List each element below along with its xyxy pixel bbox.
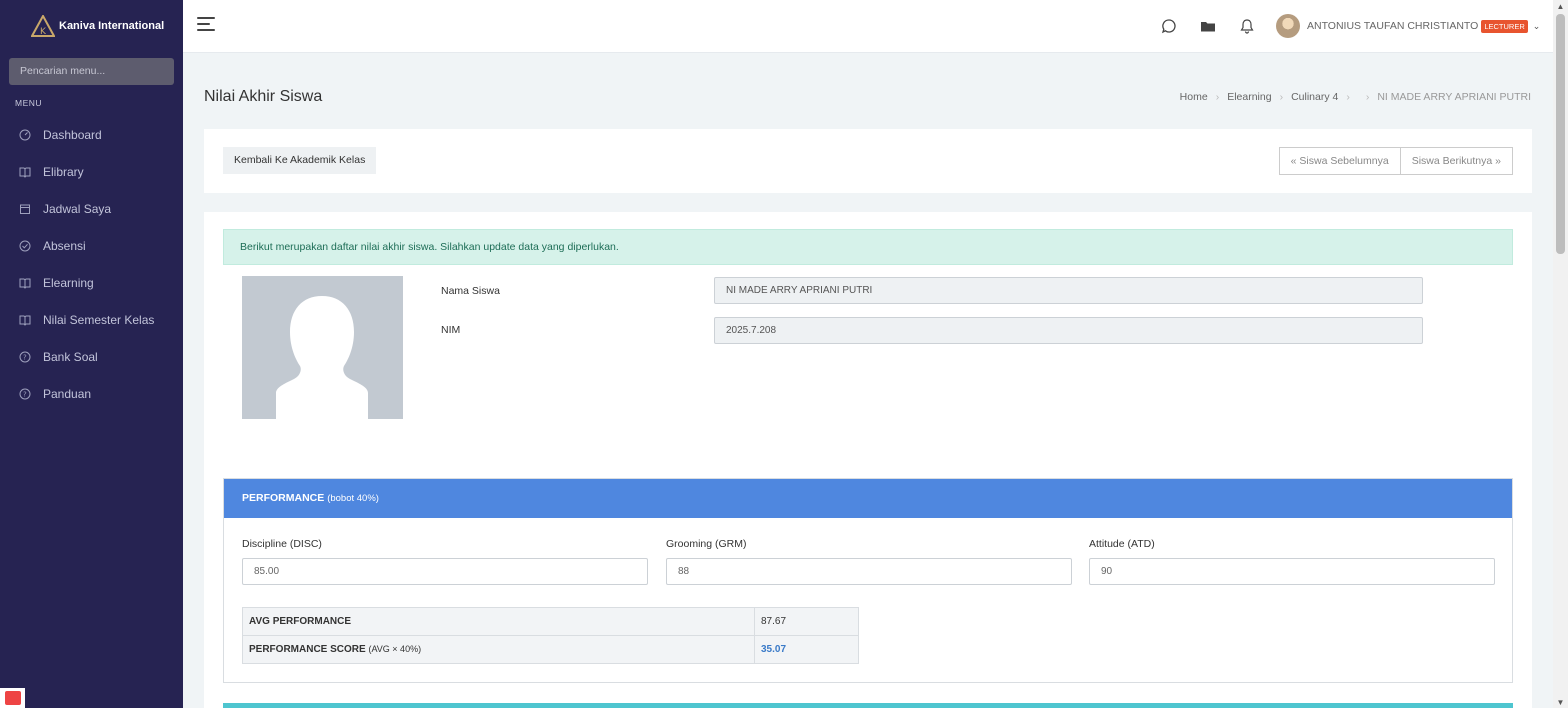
sidebar-item-jadwal-saya[interactable]: Jadwal Saya bbox=[0, 190, 183, 227]
next-student-button[interactable]: Siswa Berikutnya » bbox=[1400, 147, 1513, 175]
role-badge: LECTURER bbox=[1481, 19, 1528, 33]
back-to-class-button[interactable]: Kembali Ke Akademik Kelas bbox=[223, 147, 377, 174]
avg-performance-value: 87.67 bbox=[754, 607, 859, 636]
question-circle-icon: ? bbox=[19, 388, 31, 400]
book-icon bbox=[19, 277, 31, 289]
info-alert: Berikut merupakan daftar nilai akhir sis… bbox=[223, 229, 1513, 265]
avatar bbox=[1276, 14, 1300, 38]
sidebar-item-panduan[interactable]: ? Panduan bbox=[0, 375, 183, 412]
table-row: PERFORMANCE SCORE (AVG × 40%) 35.07 bbox=[242, 635, 859, 664]
check-circle-icon bbox=[19, 240, 31, 252]
scroll-up-icon[interactable]: ▲ bbox=[1553, 0, 1568, 12]
sidebar-item-label: Bank Soal bbox=[43, 349, 98, 364]
sidebar-item-absensi[interactable]: Absensi bbox=[0, 227, 183, 264]
table-row: AVG PERFORMANCE 87.67 bbox=[242, 607, 859, 636]
breadcrumb-separator: › bbox=[1346, 91, 1350, 103]
gauge-icon bbox=[19, 129, 31, 141]
page-scrollbar[interactable]: ▲ ▼ bbox=[1553, 0, 1568, 708]
student-name-field[interactable]: NI MADE ARRY APRIANI PUTRI bbox=[714, 277, 1423, 304]
performance-score-label: PERFORMANCE SCORE bbox=[249, 644, 366, 655]
folder-icon[interactable] bbox=[1200, 18, 1216, 34]
performance-header: PERFORMANCE (bobot 40%) bbox=[224, 479, 1512, 518]
breadcrumb-home[interactable]: Home bbox=[1180, 91, 1208, 103]
grooming-label: Grooming (GRM) bbox=[666, 538, 747, 550]
breadcrumb-separator: › bbox=[1365, 91, 1370, 103]
topbar: ANTONIUS TAUFAN CHRISTIANTO LECTURER ⌄ bbox=[183, 0, 1553, 53]
breadcrumb: Home › Elearning › Culinary 4 › › NI MAD… bbox=[1180, 91, 1531, 103]
sidebar-item-bank-soal[interactable]: ? Bank Soal bbox=[0, 338, 183, 375]
next-section-header bbox=[223, 703, 1513, 708]
scroll-down-icon[interactable]: ▼ bbox=[1553, 696, 1568, 708]
sidebar-item-nilai-semester-kelas[interactable]: Nilai Semester Kelas bbox=[0, 301, 183, 338]
student-photo bbox=[242, 276, 403, 419]
breadcrumb-separator: › bbox=[1215, 91, 1220, 103]
breadcrumb-current: NI MADE ARRY APRIANI PUTRI bbox=[1377, 91, 1531, 103]
attitude-label: Attitude (ATD) bbox=[1089, 538, 1155, 550]
performance-score-value: 35.07 bbox=[754, 635, 859, 664]
question-circle-icon: ? bbox=[19, 351, 31, 363]
discipline-input[interactable]: 85.00 bbox=[242, 558, 648, 585]
chat-icon[interactable] bbox=[1161, 18, 1177, 34]
bell-icon[interactable] bbox=[1239, 18, 1255, 34]
chevron-down-icon: ⌄ bbox=[1532, 20, 1541, 31]
sidebar-item-label: Absensi bbox=[43, 238, 86, 253]
nim-label: NIM bbox=[441, 324, 461, 336]
nim-field[interactable]: 2025.7.208 bbox=[714, 317, 1423, 344]
menu-heading: MENU bbox=[15, 98, 43, 108]
avg-performance-label: AVG PERFORMANCE bbox=[249, 616, 352, 627]
student-pager: « Siswa Sebelumnya Siswa Berikutnya » bbox=[1278, 147, 1513, 175]
sidebar-item-label: Jadwal Saya bbox=[43, 201, 112, 216]
performance-panel: PERFORMANCE (bobot 40%) Discipline (DISC… bbox=[223, 478, 1513, 683]
sidebar: K Kaniva International Pencarian menu...… bbox=[0, 0, 183, 708]
sidebar-item-elibrary[interactable]: Elibrary bbox=[0, 153, 183, 190]
scroll-thumb[interactable] bbox=[1556, 14, 1565, 254]
brand-name: Kaniva International bbox=[59, 20, 165, 32]
book-icon bbox=[19, 166, 31, 178]
sidebar-item-label: Nilai Semester Kelas bbox=[43, 312, 155, 327]
sidebar-item-label: Elearning bbox=[43, 275, 94, 290]
breadcrumb-elearning[interactable]: Elearning bbox=[1227, 91, 1271, 103]
grooming-input[interactable]: 88 bbox=[666, 558, 1072, 585]
breadcrumb-class[interactable]: Culinary 4 bbox=[1291, 91, 1338, 103]
performance-weight: (bobot 40%) bbox=[327, 493, 379, 504]
discipline-label: Discipline (DISC) bbox=[242, 538, 322, 550]
sidebar-item-elearning[interactable]: Elearning bbox=[0, 264, 183, 301]
sidebar-item-dashboard[interactable]: Dashboard bbox=[0, 116, 183, 153]
performance-title: PERFORMANCE bbox=[242, 492, 325, 504]
hamburger-menu-icon[interactable] bbox=[197, 17, 215, 33]
menu-search-input[interactable]: Pencarian menu... bbox=[9, 58, 174, 85]
student-name-label: Nama Siswa bbox=[441, 285, 500, 297]
kaniva-logo-icon: K bbox=[31, 15, 55, 37]
breadcrumb-separator: › bbox=[1279, 91, 1284, 103]
user-menu[interactable]: ANTONIUS TAUFAN CHRISTIANTO LECTURER ⌄ bbox=[1276, 14, 1540, 38]
calendar-icon bbox=[19, 203, 31, 215]
svg-text:?: ? bbox=[23, 353, 27, 361]
brand[interactable]: K Kaniva International bbox=[0, 0, 183, 52]
page-title: Nilai Akhir Siswa bbox=[204, 88, 323, 105]
attitude-input[interactable]: 90 bbox=[1089, 558, 1495, 585]
previous-student-button[interactable]: « Siswa Sebelumnya bbox=[1278, 147, 1401, 175]
book-icon bbox=[19, 314, 31, 326]
performance-score-note: (AVG × 40%) bbox=[368, 644, 422, 654]
sidebar-item-label: Elibrary bbox=[43, 164, 84, 179]
sidebar-item-label: Panduan bbox=[43, 386, 92, 401]
app-tray-icon[interactable] bbox=[0, 688, 25, 708]
grades-card: Berikut merupakan daftar nilai akhir sis… bbox=[204, 212, 1532, 708]
actions-card: Kembali Ke Akademik Kelas « Siswa Sebelu… bbox=[204, 129, 1532, 193]
svg-text:?: ? bbox=[23, 390, 27, 398]
user-name: ANTONIUS TAUFAN CHRISTIANTO bbox=[1307, 20, 1479, 32]
sidebar-item-label: Dashboard bbox=[43, 127, 102, 142]
performance-score-table: AVG PERFORMANCE 87.67 PERFORMANCE SCORE … bbox=[242, 607, 859, 664]
person-silhouette-icon bbox=[276, 296, 368, 419]
